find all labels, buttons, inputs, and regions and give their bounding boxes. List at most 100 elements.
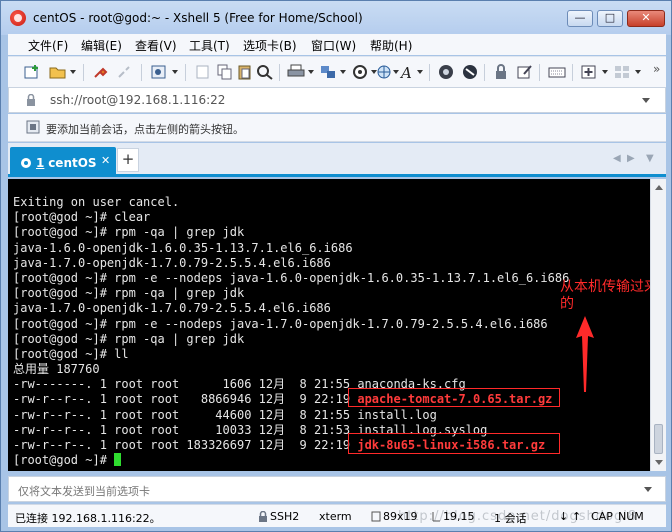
properties-icon[interactable]: [150, 64, 168, 80]
print-icon[interactable]: [287, 64, 305, 80]
chevron-down-icon[interactable]: [642, 98, 650, 103]
connect-icon[interactable]: [92, 64, 110, 80]
copy-icon[interactable]: [216, 64, 234, 80]
tab-name: centOS: [48, 156, 97, 170]
menu-file[interactable]: 文件(F): [28, 37, 68, 54]
scroll-up-icon[interactable]: [655, 185, 663, 190]
add-tab-button[interactable]: +: [117, 148, 139, 172]
terminal-line-text: [root@god ~]# ll: [13, 346, 129, 361]
close-button[interactable]: ✕: [627, 10, 665, 27]
toolbar: A »: [8, 56, 666, 87]
chevron-down-icon[interactable]: [172, 70, 178, 74]
scroll-down-icon[interactable]: [655, 460, 663, 465]
maximize-button[interactable]: □: [597, 10, 623, 27]
new-tab-icon[interactable]: [194, 64, 212, 80]
tab-bar: 1 centOS ✕ + ◀ ▶ ▼: [8, 143, 666, 177]
toolbar-divider: [429, 64, 430, 81]
terminal-line-text: [root@god ~]# rpm -e --nodeps java-1.7.0…: [13, 316, 548, 331]
num-lock-indicator: NUM: [618, 510, 644, 523]
menu-tools[interactable]: 工具(T): [189, 37, 230, 54]
terminal-line-text: [root@god ~]# rpm -qa | grep jdk: [13, 225, 245, 240]
tab-number: 1: [36, 156, 45, 170]
session-hint-bar: 要添加当前会话，点击左侧的箭头按钮。: [8, 114, 666, 142]
arrow-button-icon[interactable]: [26, 120, 40, 134]
color-scheme-icon[interactable]: [351, 64, 369, 80]
session-count: 1 会话: [494, 512, 527, 525]
compose-icon[interactable]: [516, 64, 534, 80]
tab-list-icon[interactable]: ▼: [646, 153, 654, 164]
terminal-line: java-1.7.0-openjdk-1.7.0.79-2.5.5.4.el6.…: [13, 256, 569, 271]
terminal-line-text: java-1.6.0-openjdk-1.6.0.35-1.13.7.1.el6…: [13, 240, 353, 255]
terminal-line-text: -rw-r--r--. 1 root root 44600 12月 8 21:5…: [13, 407, 437, 422]
address-input[interactable]: ssh://root@192.168.1.116:22: [50, 93, 225, 107]
chevron-down-icon[interactable]: [70, 70, 76, 74]
terminal-line: [root@god ~]# rpm -qa | grep jdk: [13, 286, 569, 301]
cursor-position-icon: [432, 512, 440, 522]
lock-icon[interactable]: [492, 64, 510, 80]
find-icon[interactable]: [256, 64, 274, 80]
chevron-down-icon[interactable]: [340, 70, 346, 74]
toolbar-overflow-icon[interactable]: »: [653, 62, 660, 76]
highlight-box: [348, 433, 560, 454]
cursor-position: 19,15: [443, 510, 475, 523]
minimize-button[interactable]: —: [567, 10, 593, 27]
session-status-icon: [21, 158, 31, 168]
menu-help[interactable]: 帮助(H): [370, 37, 412, 54]
terminal-line: java-1.7.0-openjdk-1.7.0.79-2.5.5.4.el6.…: [13, 301, 569, 316]
terminal-line-text: java-1.7.0-openjdk-1.7.0.79-2.5.5.4.el6.…: [13, 301, 331, 316]
arrow-up-icon: [576, 316, 594, 392]
menu-bar: 文件(F) 编辑(E) 查看(V) 工具(T) 选项卡(B) 窗口(W) 帮助(…: [8, 34, 666, 55]
terminal-line: [root@god ~]# rpm -e --nodeps java-1.7.0…: [13, 317, 569, 332]
open-folder-icon[interactable]: [49, 64, 67, 80]
terminal-line-text: [root@god ~]# rpm -e --nodeps java-1.6.0…: [13, 270, 570, 285]
layout-icon[interactable]: [613, 64, 631, 80]
tab-scroll-left-icon[interactable]: ◀: [613, 153, 621, 164]
window-title: centOS - root@god:~ - Xshell 5 (Free for…: [33, 11, 363, 25]
transfer-icon[interactable]: [319, 64, 337, 80]
terminal-line: Exiting on user cancel.: [13, 195, 569, 210]
scroll-thumb[interactable]: [654, 424, 663, 454]
chevron-down-icon[interactable]: [644, 487, 652, 492]
tab-centos[interactable]: 1 centOS ✕: [10, 147, 116, 177]
menu-view[interactable]: 查看(V): [135, 37, 177, 54]
globe-icon[interactable]: [375, 64, 393, 80]
terminal-line: [root@god ~]# clear: [13, 210, 569, 225]
terminal-line-text: [root@god ~]# rpm -qa | grep jdk: [13, 331, 245, 346]
title-bar[interactable]: centOS - root@god:~ - Xshell 5 (Free for…: [1, 1, 671, 35]
menu-window[interactable]: 窗口(W): [311, 37, 356, 54]
chevron-down-icon[interactable]: [417, 70, 423, 74]
new-session-icon[interactable]: [23, 64, 41, 80]
xftp-icon[interactable]: [437, 64, 455, 80]
status-bar: http://blog.csdn.net/dogshdogi8 已连接 192.…: [8, 504, 666, 527]
connection-status: 已连接 192.168.1.116:22。: [15, 512, 161, 525]
app-window: centOS - root@god:~ - Xshell 5 (Free for…: [0, 0, 672, 532]
terminal-line-text: 总用量 187760: [13, 362, 100, 377]
chevron-down-icon[interactable]: [602, 70, 608, 74]
keyboard-icon[interactable]: [548, 64, 566, 80]
terminal-line-text: [root@god ~]#: [13, 453, 115, 468]
address-bar[interactable]: ssh://root@192.168.1.116:22: [8, 87, 666, 113]
tab-scroll-right-icon[interactable]: ▶: [627, 153, 635, 164]
chevron-down-icon[interactable]: [635, 70, 641, 74]
menu-edit[interactable]: 编辑(E): [81, 37, 122, 54]
paste-icon[interactable]: [236, 64, 254, 80]
font-icon[interactable]: A: [399, 64, 417, 80]
disconnect-icon[interactable]: [116, 64, 134, 80]
scroll-up-icon: ↑: [572, 510, 582, 523]
terminal-scrollbar[interactable]: [650, 179, 666, 471]
menu-tabs[interactable]: 选项卡(B): [243, 37, 297, 54]
terminal-line-text: -rw-r--r--. 1 root root 8866946 12月 9 22…: [13, 392, 358, 407]
terminal-screen[interactable]: Exiting on user cancel. [root@god ~]# cle…: [8, 179, 650, 471]
terminal-cursor: [114, 453, 122, 467]
compose-bar[interactable]: 仅将文本发送到当前选项卡: [8, 476, 666, 502]
chevron-down-icon[interactable]: [308, 70, 314, 74]
highlight-box: [348, 388, 560, 407]
toolbar-divider: [185, 64, 186, 81]
toolbar-divider: [572, 64, 573, 81]
xmanager-icon[interactable]: [461, 64, 479, 80]
add-icon[interactable]: [580, 64, 598, 80]
lock-icon: [27, 94, 35, 106]
terminal-line: [root@god ~]# rpm -qa | grep jdk: [13, 332, 569, 347]
tab-close-icon[interactable]: ✕: [101, 154, 110, 167]
toolbar-divider: [141, 64, 142, 81]
